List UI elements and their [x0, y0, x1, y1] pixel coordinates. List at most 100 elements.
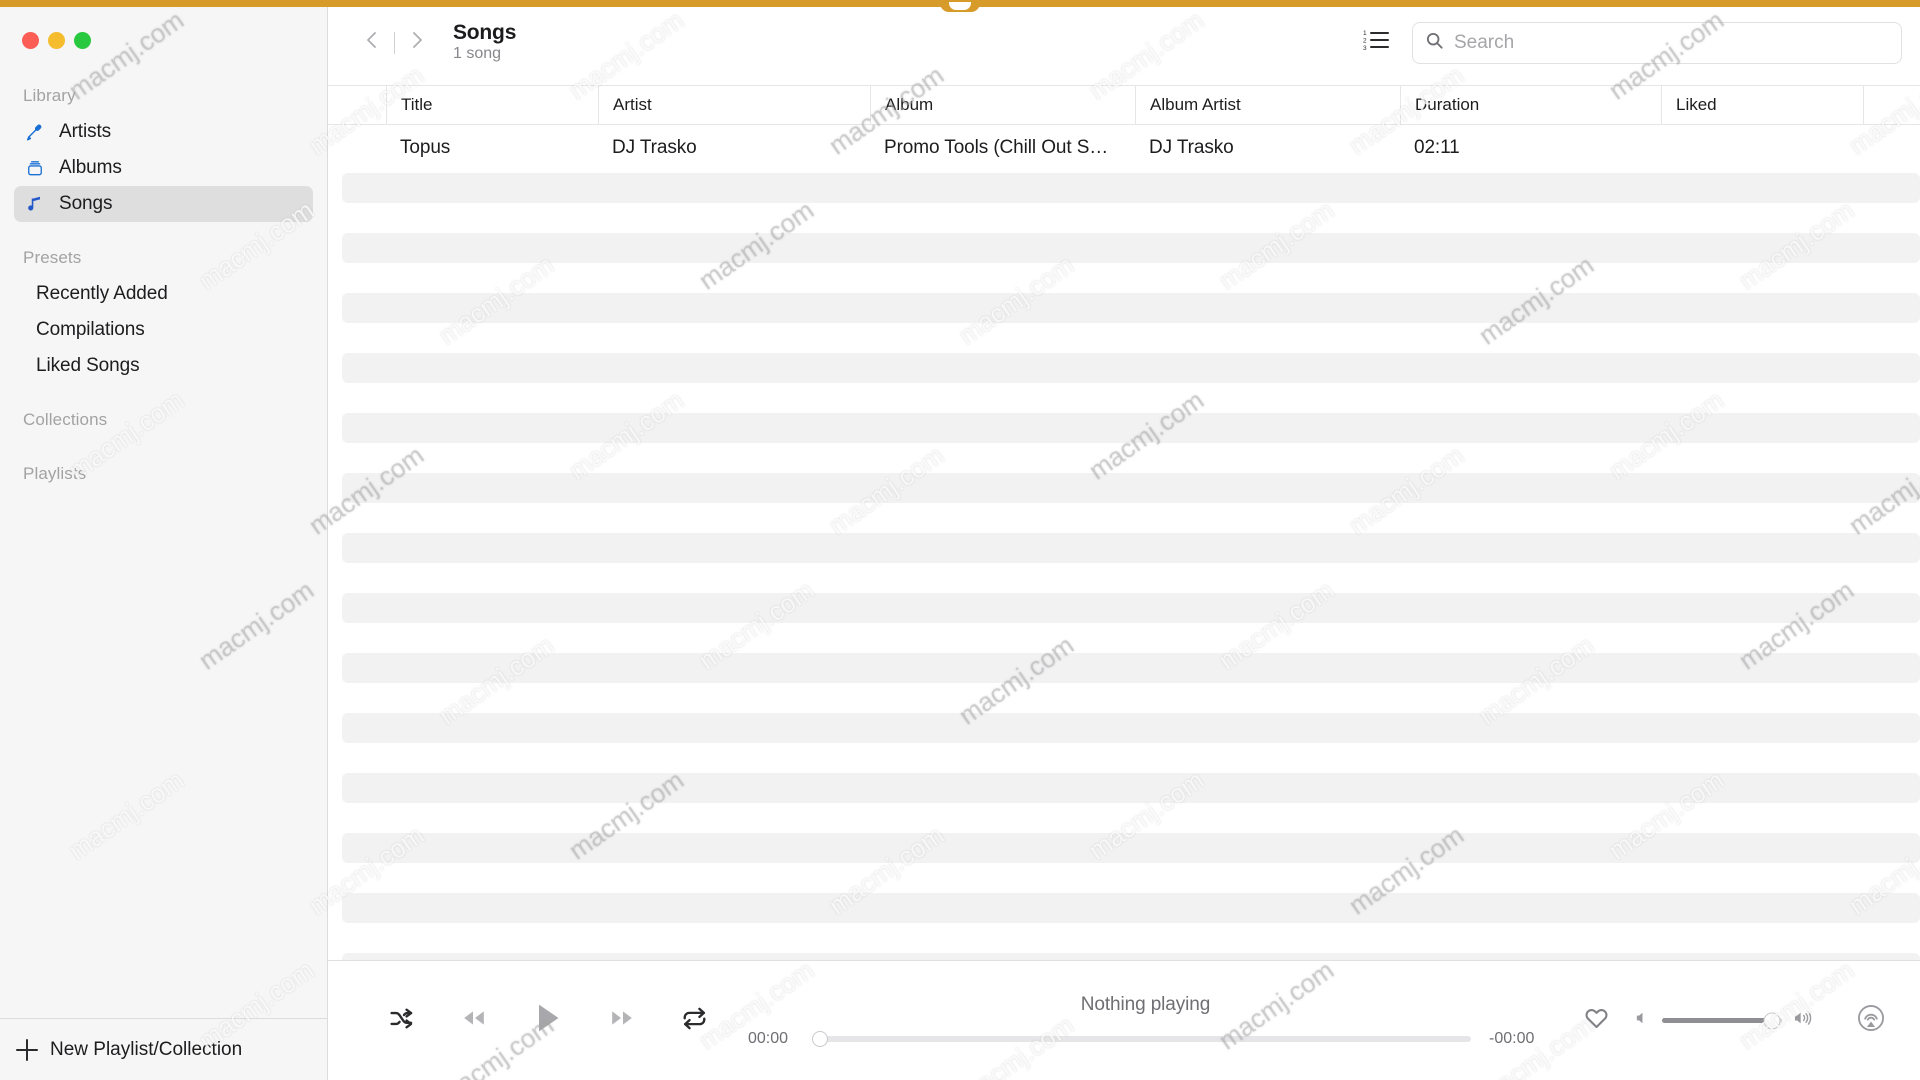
- main-content: Songs 1 song 1 2 3 Search Title Artist A…: [328, 0, 1920, 1080]
- elapsed-time: 00:00: [748, 1029, 789, 1047]
- placeholder-row: [342, 353, 1920, 383]
- sidebar-item-label: Liked Songs: [36, 355, 140, 376]
- sidebar-item-artists[interactable]: Artists: [14, 114, 313, 150]
- placeholder-row-gap: [328, 263, 1920, 293]
- placeholder-row: [342, 533, 1920, 563]
- placeholder-row-gap: [328, 743, 1920, 773]
- column-header-title[interactable]: Title: [386, 86, 598, 124]
- play-button[interactable]: [533, 1001, 563, 1040]
- sidebar-item-albums[interactable]: Albums: [14, 150, 313, 186]
- table-row[interactable]: Topus DJ Trasko Promo Tools (Chill Out S…: [328, 125, 1920, 171]
- album-stack-icon: [24, 157, 46, 179]
- placeholder-row-gap: [328, 323, 1920, 353]
- repeat-icon: [681, 1005, 708, 1037]
- placeholder-row: [342, 293, 1920, 323]
- fast-forward-button[interactable]: [607, 1006, 637, 1035]
- sidebar-item-recently-added[interactable]: Recently Added: [14, 276, 313, 312]
- cell-album-artist: DJ Trasko: [1149, 137, 1234, 158]
- placeholder-row-gap: [328, 923, 1920, 953]
- sidebar-item-label: Recently Added: [36, 283, 168, 304]
- placeholder-row-gap: [328, 503, 1920, 533]
- music-note-icon: [24, 193, 46, 215]
- search-input[interactable]: [1454, 31, 1889, 54]
- sidebar: Library Artists Albums Songs Presets Rec…: [0, 0, 328, 1080]
- cell-duration: 02:11: [1414, 137, 1460, 158]
- volume-slider[interactable]: [1662, 1012, 1782, 1029]
- volume-slider-knob[interactable]: [1763, 1012, 1781, 1029]
- remaining-time: -00:00: [1489, 1029, 1535, 1047]
- fast-forward-icon: [607, 1006, 637, 1035]
- progress-slider[interactable]: [812, 1030, 1471, 1047]
- page-title: Songs: [453, 21, 517, 45]
- now-playing-area: Nothing playing 00:00 -00:00: [708, 994, 1583, 1048]
- column-header-album[interactable]: Album: [870, 86, 1135, 124]
- speaker-high-icon: [1792, 1008, 1816, 1033]
- progress-row: 00:00 -00:00: [748, 1030, 1543, 1048]
- player-bar: Nothing playing 00:00 -00:00: [328, 960, 1920, 1080]
- placeholder-row: [342, 893, 1920, 923]
- page-subtitle: 1 song: [453, 45, 502, 63]
- volume-control: [1634, 1008, 1816, 1033]
- placeholder-row: [342, 713, 1920, 743]
- like-button[interactable]: [1583, 1005, 1610, 1036]
- placeholder-row: [342, 653, 1920, 683]
- sidebar-item-songs[interactable]: Songs: [14, 186, 313, 222]
- chevron-left-icon: [363, 29, 381, 56]
- shuffle-button[interactable]: [388, 1005, 415, 1037]
- player-right-controls: [1583, 1004, 1894, 1037]
- toolbar: Songs 1 song 1 2 3: [328, 0, 1920, 85]
- loading-placeholder-rows: [328, 171, 1920, 960]
- placeholder-row-gap: [328, 563, 1920, 593]
- airplay-button[interactable]: [1856, 1004, 1886, 1037]
- minimize-button[interactable]: [48, 32, 65, 49]
- placeholder-row-gap: [328, 623, 1920, 653]
- search-icon: [1425, 31, 1444, 55]
- placeholder-row: [342, 773, 1920, 803]
- list-view-button[interactable]: 1 2 3: [1356, 23, 1396, 63]
- plus-icon: [16, 1038, 38, 1061]
- sidebar-section-playlists: Playlists: [23, 464, 87, 483]
- play-icon: [533, 1001, 563, 1040]
- rewind-button[interactable]: [459, 1006, 489, 1035]
- placeholder-row-gap: [328, 863, 1920, 893]
- placeholder-row: [342, 473, 1920, 503]
- progress-slider-knob[interactable]: [812, 1030, 828, 1047]
- search-box[interactable]: [1412, 21, 1902, 64]
- chevron-right-icon: [408, 29, 426, 56]
- songs-table-body: Topus DJ Trasko Promo Tools (Chill Out S…: [328, 125, 1920, 960]
- now-playing-label: Nothing playing: [1080, 993, 1211, 1015]
- placeholder-row-gap: [328, 683, 1920, 713]
- back-button[interactable]: [350, 21, 394, 65]
- svg-text:1: 1: [1363, 30, 1367, 37]
- volume-fill: [1662, 1018, 1773, 1023]
- svg-text:3: 3: [1363, 45, 1367, 52]
- transport-controls: [328, 1001, 708, 1040]
- navigation-arrows: [350, 21, 439, 65]
- column-header-artist[interactable]: Artist: [598, 86, 870, 124]
- forward-button[interactable]: [395, 21, 439, 65]
- new-playlist-collection-button[interactable]: New Playlist/Collection: [0, 1018, 327, 1080]
- close-button[interactable]: [22, 32, 39, 49]
- repeat-button[interactable]: [681, 1005, 708, 1037]
- column-header-index[interactable]: [328, 86, 386, 124]
- airplay-icon: [1856, 1004, 1886, 1037]
- column-header-duration[interactable]: Duration: [1400, 86, 1661, 124]
- sidebar-item-compilations[interactable]: Compilations: [14, 312, 313, 348]
- page-header: Songs 1 song: [453, 22, 516, 63]
- sidebar-section-presets: Presets: [23, 248, 82, 267]
- placeholder-row-gap: [328, 443, 1920, 473]
- sidebar-item-label: Albums: [59, 157, 122, 178]
- column-header-album-artist[interactable]: Album Artist: [1135, 86, 1400, 124]
- sidebar-item-label: Artists: [59, 121, 112, 142]
- rewind-icon: [459, 1006, 489, 1035]
- column-header-liked[interactable]: Liked: [1661, 86, 1863, 124]
- table-header-row: Title Artist Album Album Artist Duration…: [328, 85, 1920, 125]
- placeholder-row-gap: [328, 383, 1920, 413]
- cell-album: Promo Tools (Chill Out S…: [884, 137, 1109, 158]
- placeholder-row: [342, 173, 1920, 203]
- traffic-lights: [0, 0, 327, 62]
- maximize-button[interactable]: [74, 32, 91, 49]
- sidebar-item-liked-songs[interactable]: Liked Songs: [14, 348, 313, 384]
